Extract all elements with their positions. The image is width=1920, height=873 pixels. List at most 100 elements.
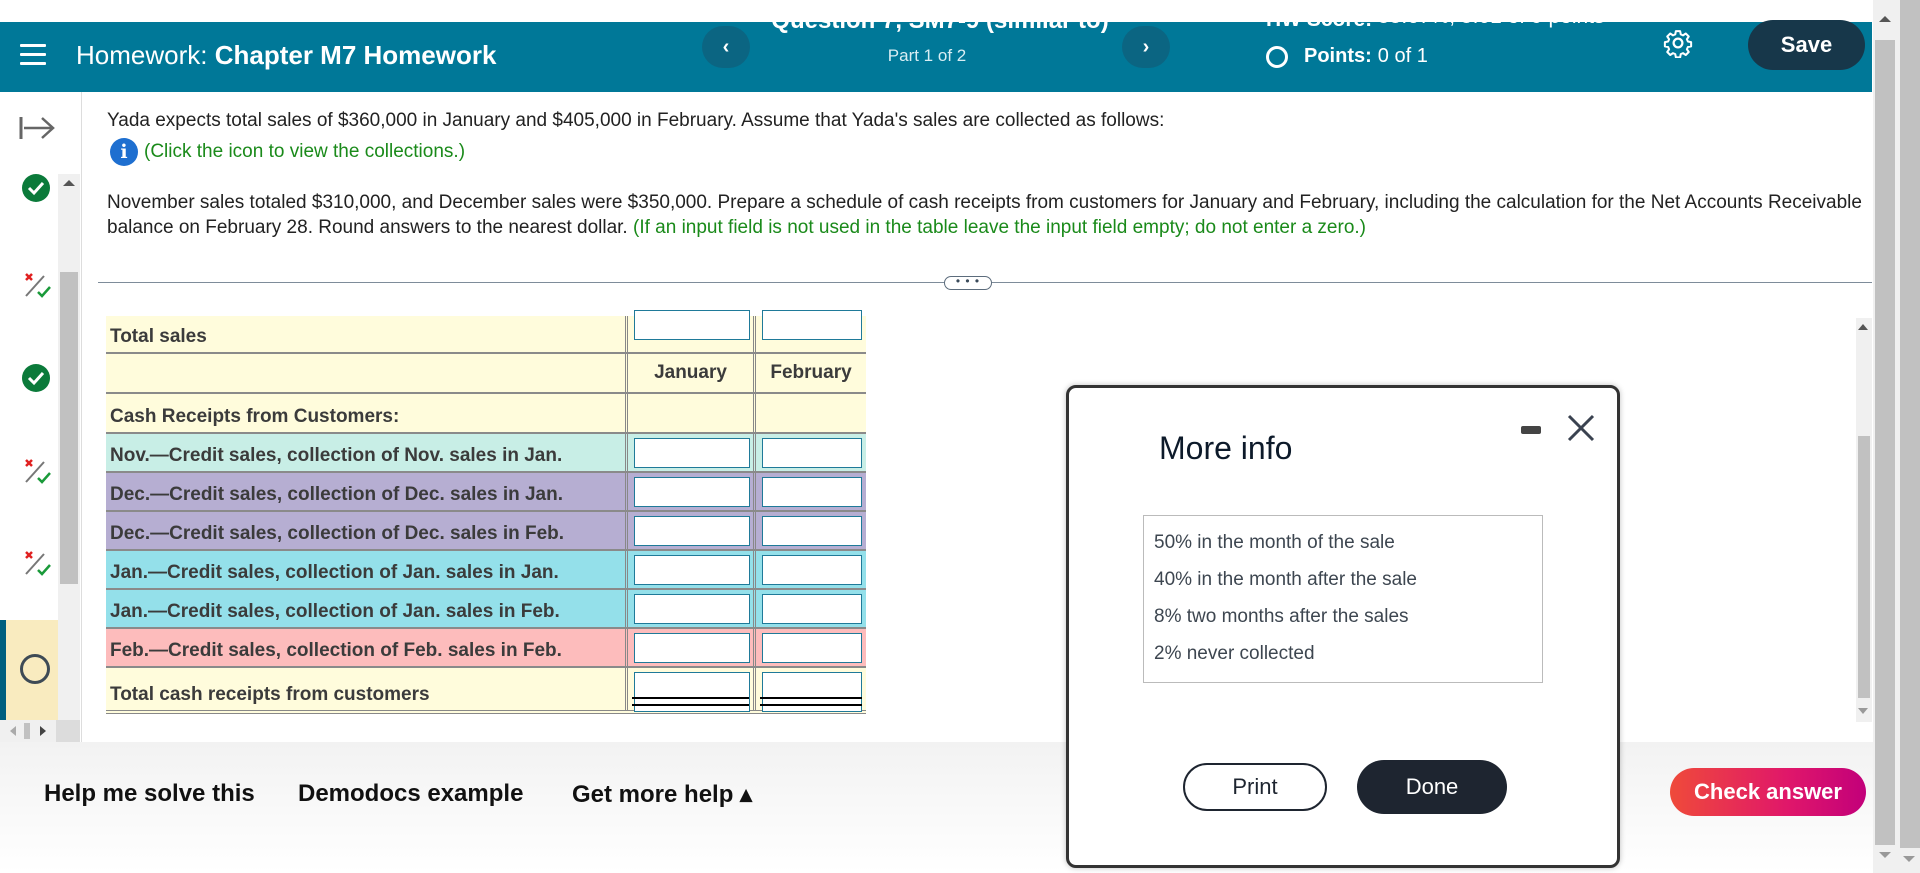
feb-cell xyxy=(756,512,866,549)
total-cash-receipts-row: Total cash receipts from customers xyxy=(106,668,866,714)
homework-title: Homework: Chapter M7 Homework xyxy=(76,40,496,71)
jan-input[interactable] xyxy=(634,594,750,624)
done-button[interactable]: Done xyxy=(1357,760,1507,814)
print-button[interactable]: Print xyxy=(1183,763,1327,811)
scroll-right-arrow-icon[interactable] xyxy=(40,726,46,736)
page-scroll-thumb[interactable] xyxy=(1875,40,1895,845)
settings-gear-icon[interactable] xyxy=(1663,28,1693,58)
get-more-help-link[interactable]: Get more help ▴ xyxy=(572,780,752,809)
feb-cell xyxy=(756,590,866,627)
info-icon[interactable]: i xyxy=(110,138,138,166)
points-value: 0 of 1 xyxy=(1377,45,1428,67)
scroll-left-arrow-icon[interactable] xyxy=(10,726,16,736)
window-scroll-thumb[interactable] xyxy=(1900,0,1920,848)
cash-receipts-section-label: Cash Receipts from Customers: xyxy=(106,394,628,432)
row-label: Jan.—Credit sales, collection of Jan. sa… xyxy=(106,551,628,588)
question-body: November sales totaled $310,000, and Dec… xyxy=(107,190,1877,240)
january-header: January xyxy=(628,354,756,392)
row-label: Dec.—Credit sales, collection of Dec. sa… xyxy=(106,512,628,549)
row-label: Nov.—Credit sales, collection of Nov. sa… xyxy=(106,434,628,471)
question-6-current[interactable] xyxy=(0,620,58,720)
content-scroll-up-icon[interactable] xyxy=(1858,324,1868,330)
question-4-partial-credit-icon[interactable] xyxy=(18,454,54,490)
jan-input[interactable] xyxy=(634,438,750,468)
table-row: Nov.—Credit sales, collection of Nov. sa… xyxy=(106,434,866,473)
page-scroll-down-icon[interactable] xyxy=(1879,852,1891,858)
table-row: Feb.—Credit sales, collection of Feb. sa… xyxy=(106,629,866,668)
total-sales-jan-input[interactable] xyxy=(634,310,750,340)
total-cash-receipts-label: Total cash receipts from customers xyxy=(106,668,628,710)
jan-input[interactable] xyxy=(634,633,750,663)
february-header: February xyxy=(770,362,852,383)
content-scroll-thumb[interactable] xyxy=(1858,436,1870,698)
table-row: Dec.—Credit sales, collection of Dec. sa… xyxy=(106,512,866,551)
jan-cell xyxy=(628,434,756,471)
month-header-blank xyxy=(106,354,628,392)
question-2-partial-credit-icon[interactable] xyxy=(18,268,54,304)
jan-input[interactable] xyxy=(634,477,750,507)
total-jan-cell xyxy=(628,668,756,712)
demodocs-example-link[interactable]: Demodocs example xyxy=(298,780,523,808)
question-3-check-circle-icon[interactable] xyxy=(18,360,54,396)
question-title-text: Question 7, SM7-9 (similar to) xyxy=(771,12,1109,34)
content-scrollbar[interactable] xyxy=(1856,318,1872,722)
question-title: Question 7, SM7-9 (similar to) xyxy=(770,12,1110,34)
feb-input[interactable] xyxy=(762,633,862,663)
homework-name: Chapter M7 Homework xyxy=(214,40,497,70)
total-jan-input[interactable] xyxy=(634,672,750,712)
navigator-scroll-thumb[interactable] xyxy=(60,272,78,584)
total-sales-jan-cell xyxy=(628,310,756,352)
hamburger-menu-icon[interactable] xyxy=(20,44,46,68)
row-label: Dec.—Credit sales, collection of Dec. sa… xyxy=(106,473,628,510)
window-scrollbar[interactable] xyxy=(1897,0,1920,873)
info-link-text[interactable]: (Click the icon to view the collections.… xyxy=(144,141,465,163)
question-intro: Yada expects total sales of $360,000 in … xyxy=(107,110,1165,131)
collection-term: 8% two months after the sales xyxy=(1154,606,1409,627)
points-status-icon xyxy=(1266,45,1288,68)
question-5-partial-credit-icon[interactable] xyxy=(18,546,54,582)
previous-question-button[interactable]: ‹ xyxy=(702,26,750,68)
total-sales-feb-input[interactable] xyxy=(762,310,862,340)
save-button[interactable]: Save xyxy=(1748,20,1865,70)
collection-term: 40% in the month after the sale xyxy=(1154,569,1417,590)
close-icon[interactable] xyxy=(1565,410,1597,446)
check-answer-button[interactable]: Check answer xyxy=(1670,768,1866,816)
minimize-icon[interactable] xyxy=(1521,426,1541,434)
expand-panel-icon[interactable] xyxy=(18,114,56,142)
navigator-scrollbar[interactable] xyxy=(58,174,80,796)
next-question-button[interactable]: › xyxy=(1122,26,1170,68)
feb-input[interactable] xyxy=(762,477,862,507)
page-scrollbar[interactable] xyxy=(1873,0,1897,873)
collection-term: 50% in the month of the sale xyxy=(1154,532,1395,553)
help-me-solve-link[interactable]: Help me solve this xyxy=(44,780,255,808)
section-header-row: Cash Receipts from Customers: xyxy=(106,394,866,434)
total-feb-cell xyxy=(756,668,866,712)
page: Homework: Chapter M7 Homework ‹ Question… xyxy=(0,0,1920,873)
feb-input[interactable] xyxy=(762,594,862,624)
page-scroll-up-icon[interactable] xyxy=(1879,16,1891,22)
horizontal-scroll-thumb[interactable] xyxy=(24,723,30,739)
navigator-horizontal-scrollbar[interactable] xyxy=(0,720,80,742)
question-1-check-circle-icon[interactable] xyxy=(18,170,54,206)
feb-cell xyxy=(756,551,866,588)
top-bar: Homework: Chapter M7 Homework ‹ Question… xyxy=(0,12,1872,92)
points-label: Points: xyxy=(1304,45,1372,67)
total-sales-row: Total sales xyxy=(106,310,866,354)
total-sales-feb-cell xyxy=(756,310,866,352)
feb-input[interactable] xyxy=(762,516,862,546)
window-scroll-down-icon[interactable] xyxy=(1903,856,1915,862)
jan-input[interactable] xyxy=(634,555,750,585)
scroll-up-arrow-icon[interactable] xyxy=(63,180,75,186)
table-row: Dec.—Credit sales, collection of Dec. sa… xyxy=(106,473,866,512)
divider-drag-handle[interactable]: • • • xyxy=(944,275,992,290)
hw-score-label: HW Score: xyxy=(1266,12,1373,31)
collections-info-link[interactable]: i (Click the icon to view the collection… xyxy=(110,138,465,166)
more-info-dialog: More info 50% in the month of the sale 4… xyxy=(1066,385,1620,868)
total-feb-input[interactable] xyxy=(762,672,862,712)
feb-input[interactable] xyxy=(762,438,862,468)
content-scroll-down-icon[interactable] xyxy=(1858,708,1868,714)
jan-input[interactable] xyxy=(634,516,750,546)
table-row: Jan.—Credit sales, collection of Jan. sa… xyxy=(106,551,866,590)
feb-cell xyxy=(756,434,866,471)
feb-input[interactable] xyxy=(762,555,862,585)
